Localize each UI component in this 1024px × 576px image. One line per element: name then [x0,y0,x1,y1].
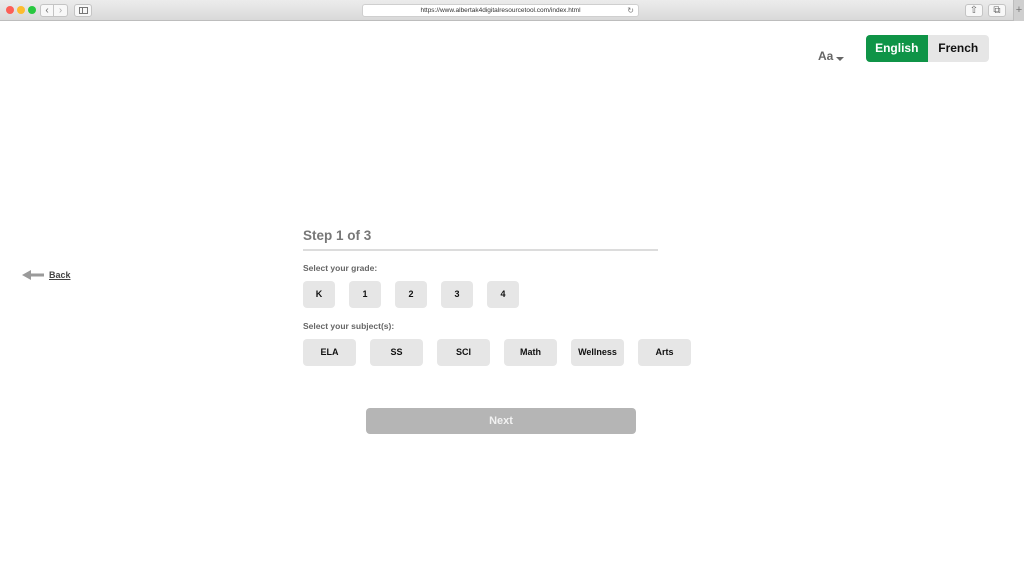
grade-button-1[interactable]: 1 [349,281,381,308]
back-link[interactable]: Back [22,269,71,281]
grade-button-2[interactable]: 2 [395,281,427,308]
subject-button-sci[interactable]: SCI [437,339,490,366]
font-size-label: Aa [818,49,834,63]
font-size-dropdown[interactable]: Aa [818,49,845,63]
grade-options: K 1 2 3 4 [303,281,519,308]
address-bar[interactable]: https://www.albertak4digitalresourcetool… [362,4,639,17]
zoom-window-button[interactable] [28,6,36,14]
chevron-down-icon [836,57,845,61]
next-button[interactable]: Next [366,408,636,434]
subject-button-math[interactable]: Math [504,339,557,366]
grade-button-4[interactable]: 4 [487,281,519,308]
subject-button-arts[interactable]: Arts [638,339,691,366]
grade-label: Select your grade: [303,263,378,273]
share-button[interactable]: ⇧ [965,4,983,17]
browser-forward-button[interactable]: › [54,4,68,17]
arrow-left-icon [22,270,44,280]
french-button[interactable]: French [927,35,989,62]
browser-back-button[interactable]: ‹ [40,4,54,17]
grade-button-k[interactable]: K [303,281,335,308]
browser-toolbar: ‹ › https://www.albertak4digitalresource… [0,0,1024,21]
step-title: Step 1 of 3 [303,228,658,251]
minimize-window-button[interactable] [17,6,25,14]
language-toggle: English French [866,35,989,62]
back-label: Back [49,270,71,280]
tabs-overview-button[interactable]: ⧉ [988,4,1006,17]
subject-button-wellness[interactable]: Wellness [571,339,624,366]
grade-button-3[interactable]: 3 [441,281,473,308]
address-url: https://www.albertak4digitalresourcetool… [420,7,581,14]
subject-label: Select your subject(s): [303,321,395,331]
reload-icon[interactable]: ↻ [627,5,634,17]
new-tab-button[interactable]: + [1013,0,1024,21]
subject-button-ela[interactable]: ELA [303,339,356,366]
subject-button-ss[interactable]: SS [370,339,423,366]
wizard-header: Step 1 of 3 [303,228,658,251]
close-window-button[interactable] [6,6,14,14]
sidebar-toggle-button[interactable] [74,4,92,17]
subject-options: ELA SS SCI Math Wellness Arts [303,339,691,366]
english-button[interactable]: English [866,35,928,62]
sidebar-icon [79,7,88,14]
